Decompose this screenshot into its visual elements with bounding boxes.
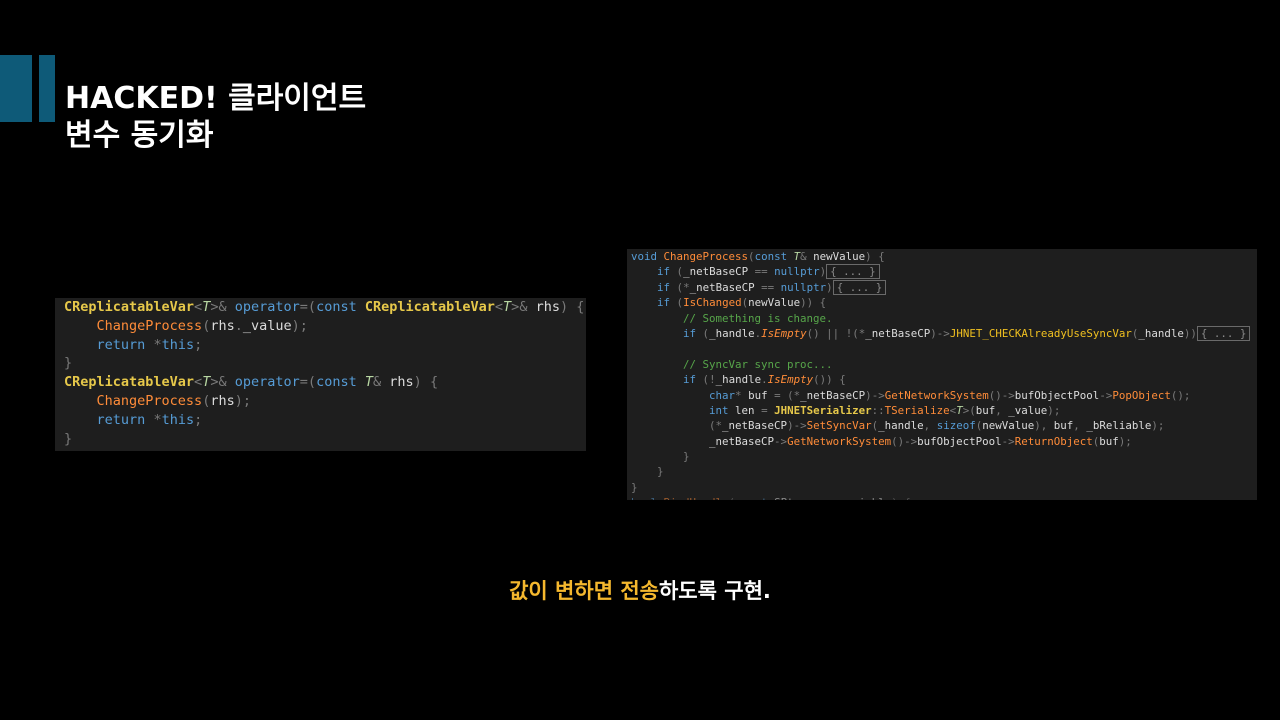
slide-caption: 값이 변하면 전송하도록 구현. — [0, 576, 1280, 606]
code-line: // SyncVar sync proc... — [683, 357, 833, 371]
code-line: if (IsChanged(newValue)) { — [657, 296, 827, 310]
code-line: void ChangeProcess(const T& newValue) { — [631, 250, 885, 263]
code-line: bool BindHandle(const SPtr<...> variable… — [627, 495, 1257, 500]
code-line: } — [683, 450, 690, 464]
code-line: CReplicatableVar<T>& operator=(const T& … — [64, 374, 439, 391]
title-line-2: 변수 동기화 — [65, 118, 214, 153]
collapsed-block-marker[interactable]: { ... } — [1196, 325, 1251, 341]
code-line: if (_handle.IsEmpty() || !(*_netBaseCP)-… — [627, 325, 1257, 341]
code-line: return *this; — [96, 411, 203, 428]
caption-rest: 하도록 구현. — [658, 579, 771, 603]
code-line: if (_netBaseCP == nullptr){ ... } — [627, 264, 1257, 280]
code-line: _netBaseCP->GetNetworkSystem()->bufObjec… — [709, 434, 1132, 448]
code-line: CReplicatableVar<T>& operator=(const CRe… — [64, 299, 585, 315]
code-line: int len = JHNETSerializer::TSerialize<T>… — [709, 403, 1061, 417]
code-line: } — [631, 480, 638, 494]
collapsed-block-marker[interactable]: { ... } — [832, 279, 887, 295]
code-line: return *this; — [96, 336, 203, 353]
title-line-1: HACKED! 클라이언트 — [65, 81, 367, 116]
code-snippet-change-process: void ChangeProcess(const T& newValue) { … — [627, 249, 1257, 500]
code-line: if (*_netBaseCP == nullptr){ ... } — [627, 279, 1257, 295]
code-line: ChangeProcess(rhs._value); — [96, 317, 308, 334]
code-line: if (!_handle.IsEmpty()) { — [683, 373, 846, 387]
code-snippet-operator-overloads: CReplicatableVar<T>& operator=(const CRe… — [55, 298, 586, 451]
collapsed-block-marker[interactable]: { ... } — [826, 264, 880, 280]
slide-title: HACKED! 클라이언트 변수 동기화 — [65, 80, 366, 154]
code-line: } — [657, 465, 664, 479]
code-line: } — [64, 355, 73, 372]
accent-bar-small — [39, 55, 55, 122]
code-line: } — [64, 430, 73, 447]
code-line: // Something is change. — [683, 311, 833, 325]
code-line: (*_netBaseCP)->SetSyncVar(_handle, sizeo… — [709, 419, 1165, 433]
caption-highlight: 값이 변하면 전송 — [509, 579, 659, 603]
accent-bar-large — [0, 55, 32, 122]
code-line: char* buf = (*_netBaseCP)->GetNetworkSys… — [709, 388, 1191, 402]
code-line: ChangeProcess(rhs); — [96, 392, 251, 409]
